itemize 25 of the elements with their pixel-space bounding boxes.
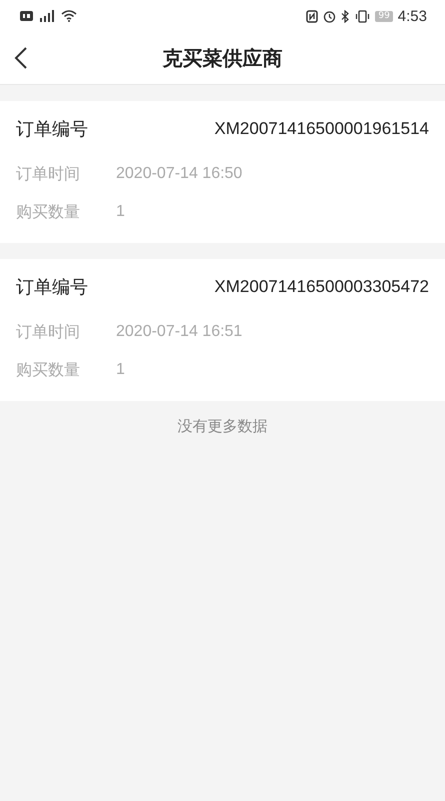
bluetooth-icon bbox=[341, 10, 350, 22]
field-value: 2020-07-14 16:51 bbox=[116, 323, 242, 341]
field-label: 购买数量 bbox=[16, 202, 81, 222]
nfc-icon bbox=[306, 10, 318, 22]
field-label: 订单时间 bbox=[16, 322, 81, 342]
order-number-label: 订单编号 bbox=[16, 118, 88, 141]
vibrate-icon bbox=[355, 10, 370, 22]
field-value: 1 bbox=[116, 203, 125, 221]
alarm-icon bbox=[323, 10, 336, 22]
order-number-label: 订单编号 bbox=[16, 276, 88, 299]
order-card[interactable]: 订单编号 XM20071416500003305472 订单时间 2020-07-14 16:51 购买数量 1 bbox=[0, 259, 445, 401]
wifi-icon bbox=[61, 10, 77, 22]
field-value: 2020-07-14 16:50 bbox=[116, 165, 242, 183]
signal-icon bbox=[38, 10, 56, 22]
page-title: 克买菜供应商 bbox=[162, 44, 282, 72]
clock-time: 4:53 bbox=[398, 8, 427, 24]
order-number: XM20071416500003305472 bbox=[214, 277, 429, 297]
field-label: 订单时间 bbox=[16, 164, 81, 184]
field-label: 购买数量 bbox=[16, 360, 81, 380]
no-more-data-text: 没有更多数据 bbox=[176, 417, 268, 436]
battery-level: 99 bbox=[375, 10, 393, 22]
field-value: 1 bbox=[116, 361, 125, 379]
order-card[interactable]: 订单编号 XM20071416500001961514 订单时间 2020-07-14 16:50 购买数量 1 bbox=[0, 101, 445, 243]
back-icon[interactable] bbox=[14, 46, 28, 70]
order-number: XM20071416500001961514 bbox=[214, 119, 429, 139]
